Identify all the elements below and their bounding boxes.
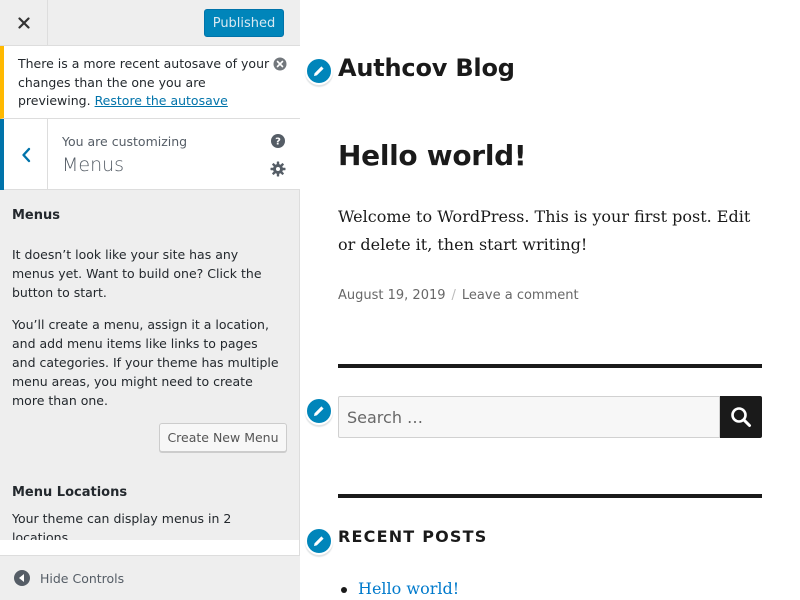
hide-controls-button[interactable]: Hide Controls — [0, 555, 300, 600]
customizing-label: You are customizing — [62, 134, 188, 149]
search-button[interactable] — [720, 396, 762, 438]
post-title[interactable]: Hello world! — [338, 139, 527, 172]
post-meta: August 19, 2019 / Leave a comment — [338, 288, 579, 303]
widget-divider — [338, 494, 762, 498]
site-title[interactable]: Authcov Blog — [338, 54, 515, 82]
restore-autosave-link[interactable]: Restore the autosave — [95, 93, 228, 108]
post-date[interactable]: August 19, 2019 — [338, 288, 446, 303]
collapse-icon — [14, 570, 30, 586]
recent-posts-list: Hello world! — [338, 576, 459, 600]
pencil-icon — [314, 66, 324, 76]
recent-posts-heading: RECENT POSTS — [338, 527, 488, 546]
section-header: You are customizing Menus — [0, 119, 300, 190]
search-input[interactable]: Search … — [338, 396, 720, 438]
post-content: Welcome to WordPress. This is your first… — [338, 207, 751, 254]
hide-controls-label: Hide Controls — [40, 570, 125, 586]
sidebar-divider — [0, 540, 299, 555]
chevron-left-icon — [21, 147, 30, 162]
search-icon — [731, 407, 751, 427]
menus-heading: Menus — [12, 208, 61, 223]
dismiss-icon[interactable] — [273, 57, 287, 71]
site-preview: Authcov Blog Hello world! Welcome to Wor… — [300, 0, 800, 600]
gear-icon[interactable] — [270, 161, 286, 177]
search-placeholder: Search … — [347, 407, 424, 427]
leave-comment-link[interactable]: Leave a comment — [462, 288, 579, 303]
svg-text:?: ? — [275, 137, 281, 148]
menus-description-2: You’ll create a menu, assign it a locati… — [12, 317, 279, 408]
section-title: Menus — [62, 154, 125, 176]
customizer-sidebar: Published There is a more recent autosav… — [0, 0, 300, 600]
edit-site-title-shortcut[interactable] — [305, 57, 333, 85]
customizer-header: Published — [0, 0, 300, 46]
edit-recent-posts-shortcut[interactable] — [305, 527, 333, 555]
autosave-notice: There is a more recent autosave of your … — [0, 46, 300, 119]
menu-locations-heading: Menu Locations — [12, 485, 128, 500]
published-button[interactable]: Published — [204, 9, 284, 37]
pencil-icon — [314, 536, 324, 546]
pencil-icon — [314, 406, 324, 416]
edit-search-widget-shortcut[interactable] — [305, 397, 333, 425]
list-item: Hello world! — [338, 576, 459, 600]
meta-separator: / — [451, 288, 456, 303]
help-icon[interactable]: ? — [271, 134, 285, 148]
create-new-menu-button[interactable]: Create New Menu — [159, 423, 287, 452]
close-icon — [17, 16, 30, 29]
menus-description-1: It doesn’t look like your site has any m… — [12, 247, 262, 300]
back-button[interactable] — [0, 119, 48, 190]
close-customizer-button[interactable] — [0, 0, 48, 45]
recent-post-link[interactable]: Hello world! — [358, 579, 459, 598]
widget-divider — [338, 364, 762, 368]
